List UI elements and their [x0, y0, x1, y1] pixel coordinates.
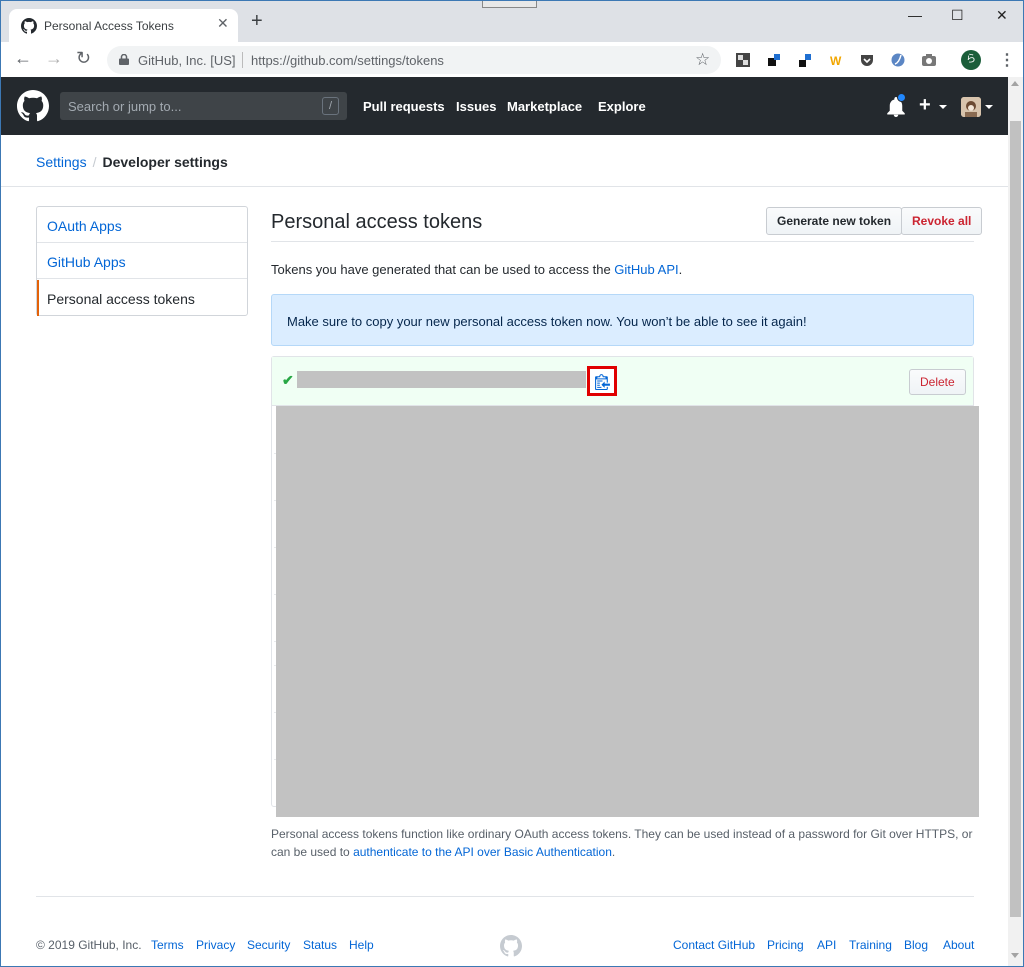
footer-link-terms[interactable]: Terms	[151, 938, 184, 952]
minimize-icon[interactable]: —	[908, 7, 922, 23]
nav-explore[interactable]: Explore	[598, 99, 646, 114]
generate-new-token-button[interactable]: Generate new token	[766, 207, 903, 235]
github-mark-icon[interactable]	[500, 935, 522, 957]
flash-notice: Make sure to copy your new personal acce…	[271, 294, 974, 346]
user-dropdown-caret[interactable]	[985, 105, 993, 109]
footer-link-status[interactable]: Status	[303, 938, 337, 952]
delete-token-button[interactable]: Delete	[909, 369, 966, 395]
copy-token-button[interactable]	[587, 366, 617, 396]
reload-icon[interactable]: ↻	[76, 49, 91, 67]
page-title: Personal access tokens	[271, 211, 483, 233]
breadcrumb-current: Developer settings	[102, 154, 228, 170]
forward-icon[interactable]: →	[45, 49, 63, 67]
extension-icon-globe[interactable]	[890, 52, 906, 68]
footer-link-security[interactable]: Security	[247, 938, 290, 952]
notification-indicator	[897, 93, 906, 102]
token-value-redacted	[297, 371, 586, 388]
github-mark-icon	[21, 18, 37, 34]
breadcrumb: Settings / Developer settings	[36, 154, 228, 170]
search-input[interactable]	[60, 92, 310, 120]
footer-link-privacy[interactable]: Privacy	[196, 938, 235, 952]
footer-link-pricing[interactable]: Pricing	[767, 938, 804, 952]
camera-icon[interactable]	[921, 52, 937, 68]
sidebar-item-personal-access-tokens[interactable]: Personal access tokens	[37, 280, 247, 316]
maximize-icon[interactable]: ☐	[951, 7, 964, 24]
address-bar[interactable]: GitHub, Inc. [US] https://github.com/set…	[107, 46, 721, 74]
footer-link-about[interactable]: About	[943, 938, 974, 952]
profile-avatar[interactable]: ら	[961, 50, 981, 70]
github-logo-icon[interactable]	[17, 90, 49, 122]
create-new-button[interactable]: +	[919, 93, 931, 117]
browser-menu-icon[interactable]: ⋮	[999, 50, 1015, 70]
extension-icon-w[interactable]: W	[828, 52, 844, 68]
new-token-row: ✔ Delete	[272, 357, 973, 406]
footnote-end: .	[611, 845, 616, 859]
pocket-icon[interactable]	[859, 52, 875, 68]
browser-tab[interactable]: Personal Access Tokens ✕	[9, 9, 238, 42]
scrollbar-thumb[interactable]	[1010, 121, 1021, 917]
bookmark-star-icon[interactable]: ☆	[695, 50, 710, 70]
tokens-footnote: Personal access tokens function like ord…	[271, 825, 974, 861]
nav-issues[interactable]: Issues	[456, 99, 496, 114]
basic-auth-link[interactable]: authenticate to the API over Basic Authe…	[353, 845, 612, 859]
extension-icon-2[interactable]	[766, 52, 782, 68]
breadcrumb-divider	[1, 186, 1008, 187]
svg-text:W: W	[830, 54, 842, 68]
footer-link-contact[interactable]: Contact GitHub	[673, 938, 755, 952]
omnibox-separator	[242, 52, 243, 68]
search-box: /	[60, 92, 347, 120]
footer-link-api[interactable]: API	[817, 938, 836, 952]
intro-text: Tokens you have generated that can be us…	[271, 262, 682, 277]
url-text[interactable]: https://github.com/settings/tokens	[251, 53, 444, 68]
sidebar-item-github-apps[interactable]: GitHub Apps	[37, 243, 247, 279]
footer-link-help[interactable]: Help	[349, 938, 374, 952]
lock-icon	[119, 54, 129, 65]
settings-sidebar: OAuth Apps GitHub Apps Personal access t…	[36, 206, 248, 316]
browser-window: Personal Access Tokens ✕ + — ☐ ✕ ← → ↻ G…	[0, 0, 1024, 967]
footer-divider	[36, 896, 974, 897]
check-icon: ✔	[282, 372, 294, 388]
intro-text-end: .	[678, 262, 683, 277]
nav-pull-requests[interactable]: Pull requests	[363, 99, 445, 114]
revoke-all-button[interactable]: Revoke all	[901, 207, 983, 235]
site-identity: GitHub, Inc. [US]	[138, 53, 236, 68]
intro-text-body: Tokens you have generated that can be us…	[271, 262, 615, 277]
extension-icon-1[interactable]	[735, 52, 751, 68]
tab-title: Personal Access Tokens	[44, 19, 174, 33]
avatar-image	[961, 97, 981, 117]
breadcrumb-separator: /	[92, 154, 97, 170]
create-dropdown-caret[interactable]	[939, 105, 947, 109]
close-window-icon[interactable]: ✕	[996, 7, 1008, 24]
title-divider	[271, 241, 974, 242]
footer-link-training[interactable]: Training	[849, 938, 892, 952]
new-tab-button[interactable]: +	[251, 11, 263, 31]
sidebar-item-oauth-apps[interactable]: OAuth Apps	[37, 207, 247, 243]
nav-marketplace[interactable]: Marketplace	[507, 99, 582, 114]
scroll-up-arrow-icon[interactable]	[1011, 81, 1019, 86]
clippy-icon	[595, 374, 610, 390]
extension-icon-3[interactable]	[797, 52, 813, 68]
github-api-link[interactable]: GitHub API	[614, 262, 678, 277]
scroll-down-arrow-icon[interactable]	[1011, 953, 1019, 958]
github-header: / Pull requests Issues Marketplace Explo…	[1, 77, 1008, 135]
redacted-token-list	[276, 406, 979, 817]
user-avatar[interactable]	[961, 97, 981, 117]
search-shortcut-hint: /	[322, 97, 339, 115]
window-drag-handle[interactable]	[482, 1, 537, 8]
footer-link-blog[interactable]: Blog	[904, 938, 928, 952]
flash-message: Make sure to copy your new personal acce…	[287, 314, 807, 329]
page-scrollbar[interactable]	[1008, 77, 1023, 966]
breadcrumb-settings[interactable]: Settings	[36, 154, 87, 170]
tab-strip: Personal Access Tokens ✕ + — ☐ ✕	[1, 1, 1023, 42]
close-tab-icon[interactable]: ✕	[217, 15, 229, 32]
back-icon[interactable]: ←	[14, 49, 32, 67]
footer-copyright: © 2019 GitHub, Inc.	[36, 938, 142, 952]
